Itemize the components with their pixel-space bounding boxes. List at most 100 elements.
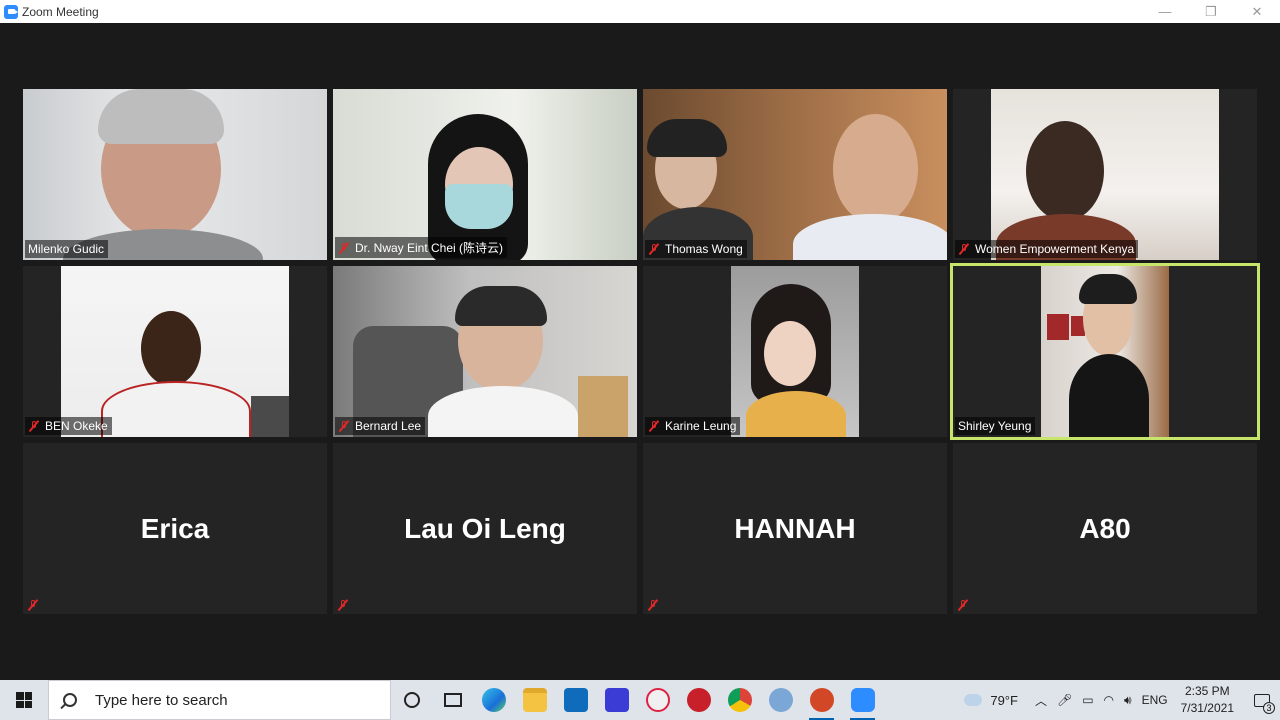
cortana-icon [403,692,420,708]
chevron-up-icon[interactable]: ︿ [1035,692,1047,709]
pinned-app-button[interactable] [596,680,637,720]
participant-tile[interactable]: Lau Oi Leng [333,443,637,614]
edge-icon [481,688,506,712]
participant-name-tag: Bernard Lee [335,417,426,435]
action-center-button[interactable]: 3 [1244,680,1280,720]
participant-name-tag: Women Empowerment Kenya [955,240,1139,258]
weather-icon [964,694,983,706]
snip-icon [645,688,670,712]
taskbar-search-box[interactable]: Type here to search [48,680,391,720]
mail-button[interactable] [555,680,596,720]
pinned-app-button[interactable] [760,680,801,720]
participant-tile[interactable]: Thomas Wong [643,89,947,260]
zoom-icon [850,688,875,712]
task-view-button[interactable] [432,680,473,720]
pinned-app-button[interactable] [678,680,719,720]
muted-mic-icon [958,243,970,255]
participant-name: Thomas Wong [665,242,743,256]
participant-tile[interactable]: Erica [23,443,327,614]
muted-mic-icon [647,599,659,611]
search-placeholder: Type here to search [95,691,228,709]
participant-tile[interactable]: Dr. Nway Eint Chei (陈诗云) [333,89,637,260]
participant-display-name: Erica [140,513,210,544]
taskbar: Type here to search 79°F ︿ 🎤︎ ▭ ◠ 🔊︎ ENG… [0,680,1280,720]
participant-tile[interactable]: Milenko Gudic [23,89,327,260]
search-icon [63,693,77,707]
participant-name: BEN Okeke [45,419,108,433]
task-view-icon [443,693,462,707]
muted-mic-icon [337,599,349,611]
participant-tile[interactable]: Bernard Lee [333,266,637,437]
app-icon [768,688,793,712]
zoom-button[interactable] [842,680,883,720]
app-icon [686,688,711,712]
chrome-button[interactable] [719,680,760,720]
muted-mic-icon [28,420,40,432]
edge-button[interactable] [473,680,514,720]
participant-name-tag: Shirley Yeung [955,417,1036,435]
gallery-view: Milenko Gudic Dr. Nway Eint Chei (陈诗云) T… [0,23,1280,680]
muted-mic-icon [338,420,350,432]
system-tray: 79°F ︿ 🎤︎ ▭ ◠ 🔊︎ ENG 2:35 PM 7/31/2021 3 [964,680,1280,720]
video-feed [333,89,637,260]
weather-widget[interactable]: 79°F [964,693,1018,708]
participant-display-name: HANNAH [734,513,856,544]
file-explorer-button[interactable] [514,680,555,720]
participant-name: Bernard Lee [355,419,422,433]
video-feed [731,266,859,437]
participant-display-name: Lau Oi Leng [404,513,566,544]
participant-tile[interactable]: BEN Okeke [23,266,327,437]
app-icon [604,688,629,712]
language-indicator[interactable]: ENG [1142,693,1168,707]
video-feed [643,89,947,260]
powerpoint-icon [809,688,834,712]
participant-name: Women Empowerment Kenya [975,242,1135,256]
chrome-icon [727,688,752,712]
window-titlebar: Zoom Meeting — ❐ ✕ [0,0,1280,23]
participant-tile-active-speaker[interactable]: Shirley Yeung [950,263,1260,440]
start-button[interactable] [0,680,48,720]
video-feed [333,266,637,437]
microphone-icon[interactable]: 🎤︎ [1057,693,1072,707]
restore-button[interactable]: ❐ [1188,0,1234,23]
powerpoint-button[interactable] [801,680,842,720]
video-feed [1041,266,1169,437]
participant-tile[interactable]: Karine Leung [643,266,947,437]
muted-mic-icon [648,243,660,255]
participant-name: Karine Leung [665,419,737,433]
participant-name: Dr. Nway Eint Chei (陈诗云) [355,241,504,255]
muted-mic-icon [648,420,660,432]
volume-icon[interactable]: 🔊︎ [1124,693,1132,708]
muted-mic-icon [338,241,350,254]
participant-tile[interactable]: Women Empowerment Kenya [953,89,1257,260]
muted-mic-icon [957,599,969,611]
battery-icon[interactable]: ▭ [1082,693,1093,707]
participant-name: Milenko Gudic [28,242,105,256]
weather-temperature: 79°F [990,692,1018,708]
participant-name-tag: Karine Leung [645,417,741,435]
muted-mic-icon [27,599,39,611]
cortana-button[interactable] [391,680,432,720]
clock-time: 2:35 PM [1184,684,1230,698]
wifi-icon[interactable]: ◠ [1104,693,1114,707]
minimize-button[interactable]: — [1142,0,1188,23]
participant-name-tag: Thomas Wong [645,240,747,258]
video-feed [991,89,1219,260]
participant-tile[interactable]: A80 [953,443,1257,614]
participant-tile[interactable]: HANNAH [643,443,947,614]
zoom-app-icon [4,4,18,19]
mail-icon [563,688,588,712]
taskbar-clock[interactable]: 2:35 PM 7/31/2021 [1181,683,1234,717]
clock-date: 7/31/2021 [1180,701,1234,715]
participant-name: Shirley Yeung [958,419,1032,433]
window-title: Zoom Meeting [22,4,99,19]
file-explorer-icon [522,688,547,712]
close-button[interactable]: ✕ [1234,0,1280,23]
video-feed [61,266,289,437]
snip-button[interactable] [637,680,678,720]
participant-display-name: A80 [1079,513,1131,544]
participant-name-tag: Milenko Gudic [25,240,109,258]
participant-name-tag: Dr. Nway Eint Chei (陈诗云) [335,237,508,258]
participant-name-tag: BEN Okeke [25,417,112,435]
notification-count: 3 [1263,702,1275,714]
